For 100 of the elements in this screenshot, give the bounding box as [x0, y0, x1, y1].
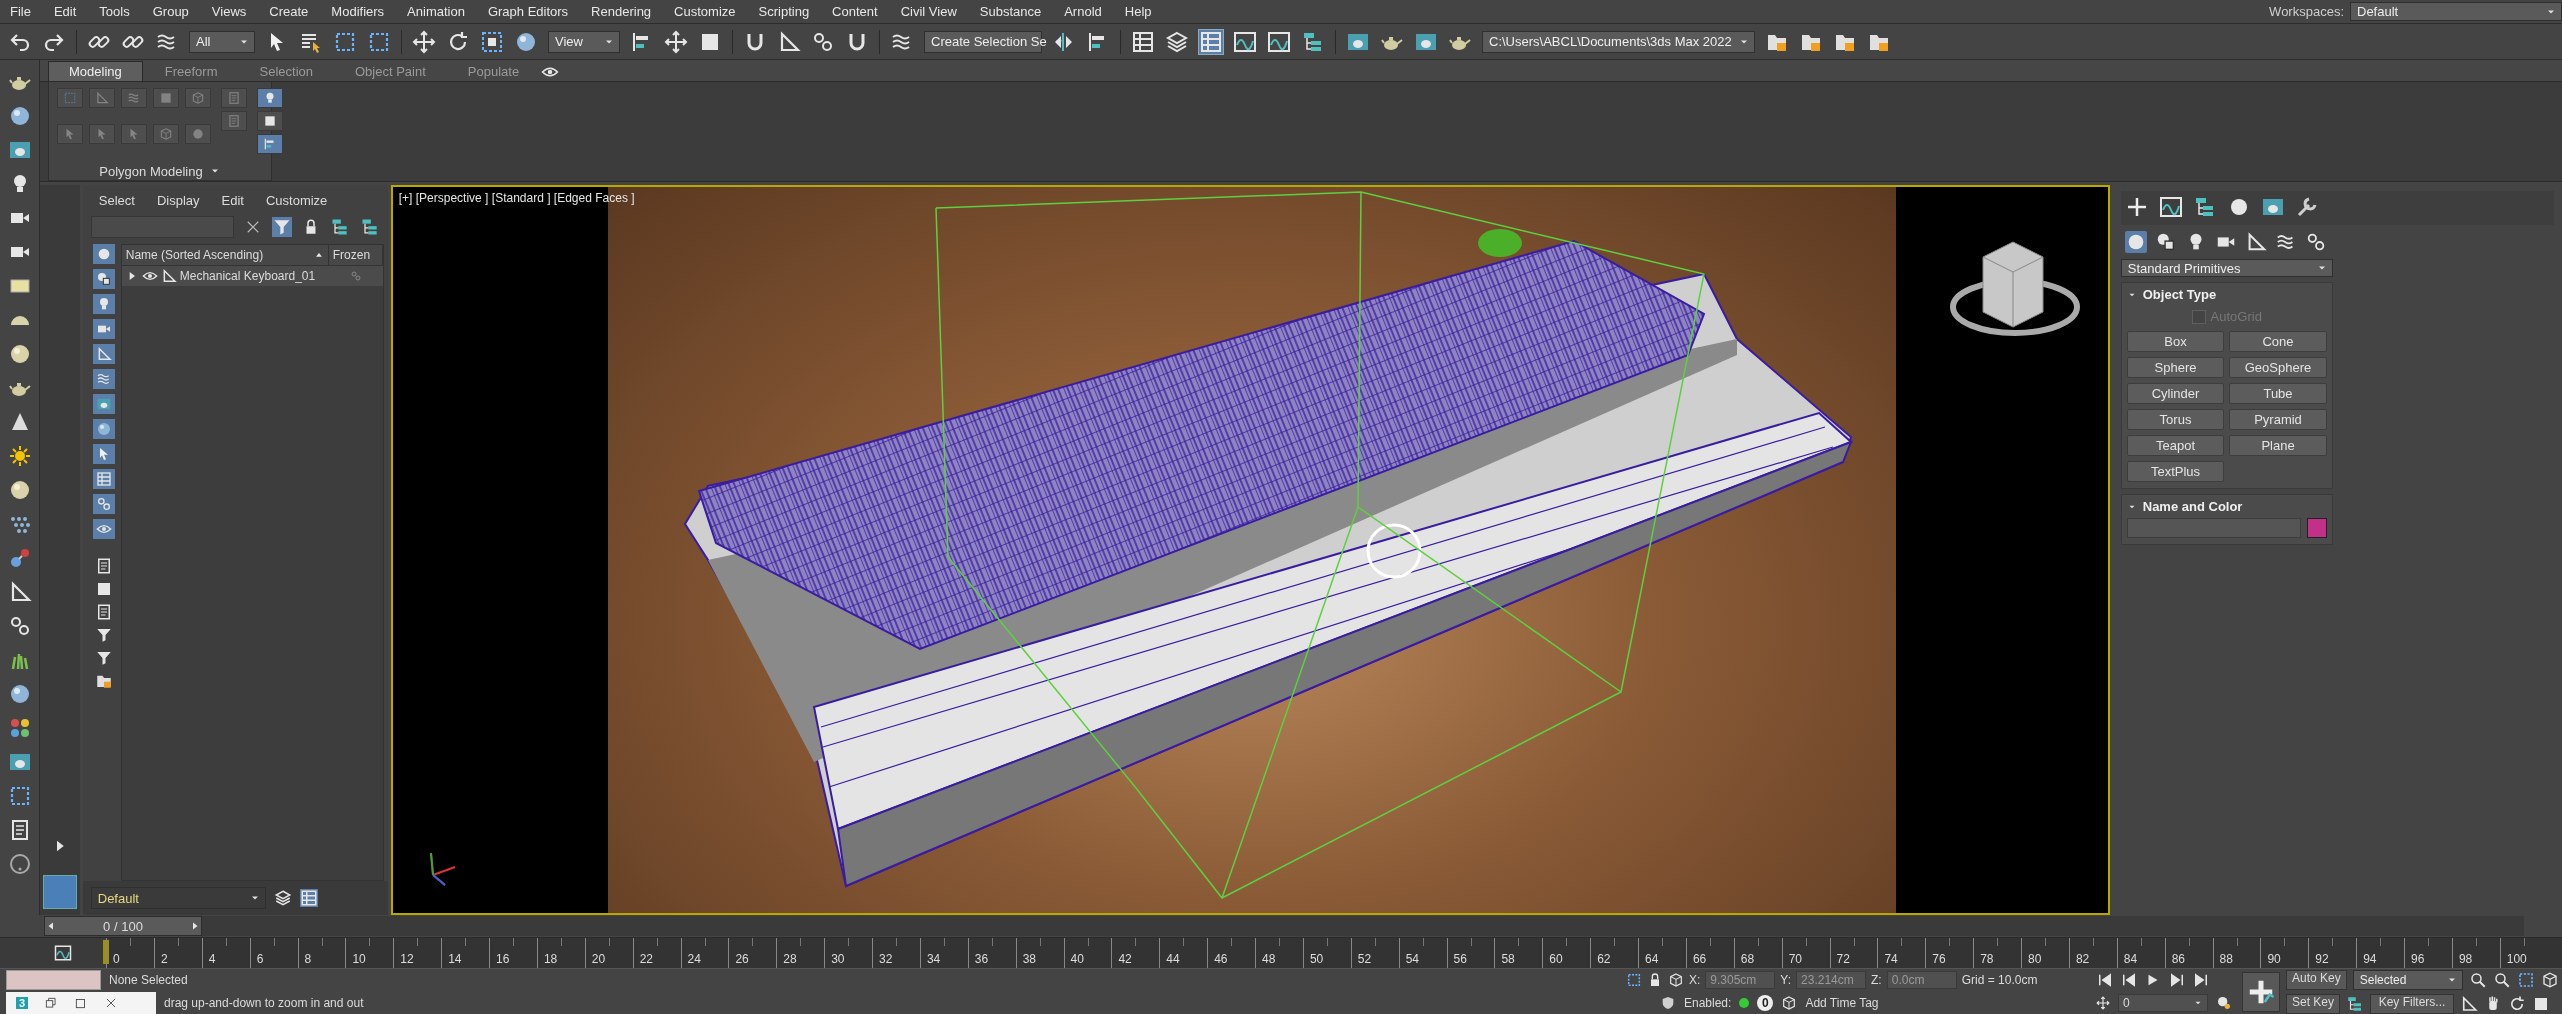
explorer-menu-item[interactable]: Select [98, 193, 135, 208]
sun-icon[interactable] [7, 444, 32, 468]
primitive-button[interactable]: Torus [2126, 409, 2225, 430]
set-keys-button[interactable] [2242, 971, 2280, 1012]
modify-tab-icon[interactable] [2158, 195, 2183, 219]
ribbon-tab[interactable]: Modeling [48, 61, 143, 81]
layers-icon[interactable] [273, 889, 292, 907]
column-header[interactable]: Name (Sorted Ascending) [121, 245, 329, 265]
reference-coordinate-dropdown[interactable]: View [548, 30, 620, 53]
object-name-field[interactable] [2126, 518, 2301, 538]
menu-item[interactable]: Customize [674, 4, 748, 19]
menu-item[interactable]: Rendering [591, 4, 664, 19]
viewport-label[interactable]: [+] [Perspective ] [Standard ] [Edged Faces ] [398, 191, 635, 205]
menu-item[interactable]: Arnold [1064, 4, 1114, 19]
wave-filter-button[interactable] [92, 369, 115, 389]
project-path-dropdown[interactable]: C:\Users\ABCL\Documents\3ds Max 2022 [1482, 30, 1755, 53]
menu-item[interactable]: Animation [407, 4, 477, 19]
tool-icon [227, 91, 241, 105]
sphere-filter-button[interactable] [92, 419, 115, 439]
viewport-layout-tab[interactable] [42, 875, 77, 909]
curve-editor-icon[interactable] [54, 944, 72, 962]
tool-button[interactable] [257, 88, 283, 108]
coordinate-label: X: [1689, 973, 1701, 988]
rollout-title[interactable]: Object Type [2142, 287, 2217, 302]
dope-sheet-icon[interactable] [1267, 29, 1291, 54]
tick-label: 46 [1214, 952, 1228, 966]
enabled-label: Enabled: [1684, 995, 1732, 1010]
menu-item[interactable]: Modifiers [331, 4, 397, 19]
layer-dropdown[interactable]: Default [90, 887, 266, 909]
menu-item[interactable]: File [10, 4, 43, 19]
primitive-button[interactable]: TextPlus [2126, 461, 2225, 482]
menu-item[interactable]: Substance [979, 4, 1054, 19]
tick-label: 44 [1166, 952, 1180, 966]
status-dot-icon [1739, 997, 1750, 1008]
view-cube-icon[interactable] [1949, 241, 2080, 336]
primitive-button[interactable]: Plane [2229, 435, 2327, 456]
primitive-button[interactable]: Pyramid [2229, 409, 2327, 430]
menu-item[interactable]: Tools [99, 4, 142, 19]
restore-icon[interactable] [44, 995, 59, 1010]
layers-icon[interactable] [1165, 29, 1189, 54]
camera-filter-button[interactable] [92, 319, 115, 339]
circle-filter-button[interactable] [92, 244, 115, 264]
eye-filter-button[interactable] [92, 519, 115, 539]
shapes-filter-button[interactable] [92, 269, 115, 289]
column-header[interactable]: Frozen [328, 245, 383, 265]
scale-icon[interactable] [480, 29, 504, 54]
tool-button[interactable] [257, 134, 283, 154]
category-dropdown[interactable]: Standard Primitives [2120, 259, 2333, 277]
primitive-button[interactable]: Box [2126, 331, 2225, 352]
key-mode-dropdown[interactable]: Selected [2352, 969, 2463, 990]
set-square-filter-button[interactable] [92, 344, 115, 364]
primitive-button[interactable]: Tube [2229, 383, 2327, 404]
explorer-menu-item[interactable]: Edit [221, 193, 244, 208]
zoom-icon[interactable] [2468, 970, 2487, 989]
key-filters-button[interactable]: Key Filters... [2370, 993, 2455, 1014]
menu-item[interactable]: Civil View [900, 4, 969, 19]
rollout-title[interactable]: Name and Color [2142, 499, 2243, 514]
set-key-button[interactable]: Set Key [2286, 993, 2341, 1014]
primitive-button[interactable]: GeoSphere [2229, 357, 2327, 378]
auto-key-button[interactable]: Auto Key [2286, 969, 2347, 990]
panel-label[interactable]: Polygon Modeling [99, 163, 203, 179]
workspace-dropdown[interactable]: Default [2350, 2, 2562, 21]
ribbon-tab[interactable]: Populate [447, 61, 540, 81]
tick-label: 92 [2315, 952, 2329, 966]
ribbon-tab[interactable]: Selection [239, 61, 333, 81]
ribbon-tab[interactable]: Freeform [144, 61, 238, 81]
table-icon[interactable] [1131, 29, 1155, 54]
listener-window-tab[interactable]: 3 [6, 991, 156, 1014]
geometry-icon[interactable] [2124, 231, 2147, 253]
ribbon-toggle-icon[interactable] [1199, 29, 1223, 54]
menu-item[interactable]: Graph Editors [487, 4, 581, 19]
explorer-menu-item[interactable]: Display [156, 193, 200, 208]
primitive-button[interactable]: Sphere [2126, 357, 2225, 378]
maxscript-listener-field[interactable] [6, 970, 101, 991]
zoom-all-icon[interactable] [2492, 970, 2511, 989]
tool-icon [159, 91, 173, 105]
bulb-filter-button[interactable] [92, 294, 115, 314]
menu-item[interactable]: Help [1124, 4, 1164, 19]
time-slider-thumb[interactable]: 0 / 100 [44, 916, 202, 936]
color-swatch[interactable] [2306, 518, 2327, 538]
menu-item[interactable]: Views [211, 4, 259, 19]
menu-item[interactable]: Edit [53, 4, 89, 19]
primitive-button[interactable]: Teapot [2126, 435, 2225, 456]
move-icon[interactable] [412, 29, 436, 54]
current-frame-field[interactable]: 0 [2118, 993, 2208, 1012]
layer-explorer-icon[interactable] [299, 889, 318, 907]
filter-icon[interactable] [271, 217, 292, 237]
selection-filter-dropdown[interactable]: All [189, 30, 255, 53]
curve-editor-icon[interactable] [1233, 29, 1257, 54]
menu-item[interactable]: Scripting [758, 4, 822, 19]
ribbon-tab[interactable]: Object Paint [335, 61, 446, 81]
cross-icon[interactable] [664, 29, 688, 54]
menu-item[interactable]: Create [269, 4, 321, 19]
menu-item[interactable]: Content [832, 4, 890, 19]
explorer-menu-item[interactable]: Customize [265, 193, 328, 208]
tool-button[interactable] [257, 111, 283, 131]
primitive-button[interactable]: Cylinder [2126, 383, 2225, 404]
primitive-button[interactable]: Cone [2229, 331, 2327, 352]
menu-item[interactable]: Group [152, 4, 201, 19]
add-time-tag-link[interactable]: Add Time Tag [1805, 995, 1879, 1010]
